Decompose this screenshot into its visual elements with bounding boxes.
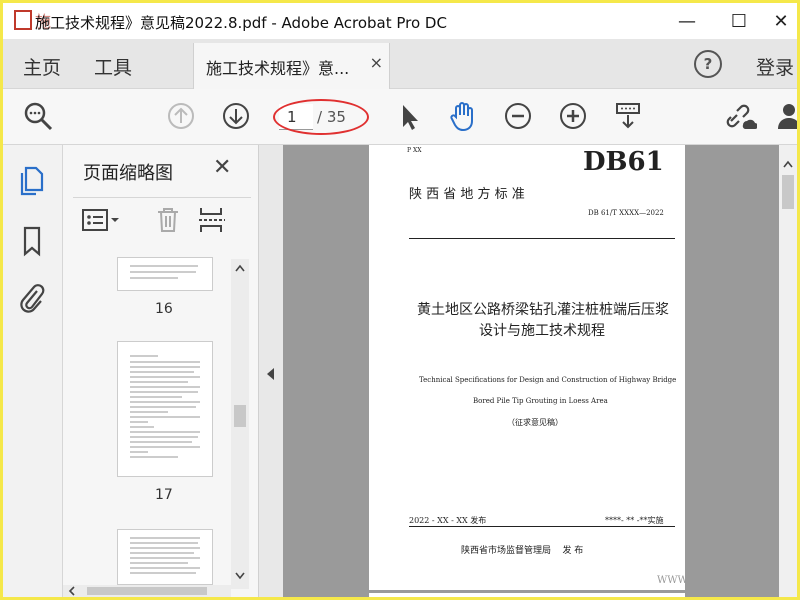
next-page-edge (369, 593, 685, 597)
panel-close-button[interactable]: ✕ (213, 155, 231, 180)
next-page-icon[interactable] (219, 99, 253, 133)
attachments-icon[interactable] (17, 281, 47, 313)
publish-date: 2022 - XX - XX 发布 (409, 516, 487, 525)
extract-pages-icon[interactable] (197, 206, 227, 234)
zoom-out-icon[interactable] (501, 99, 535, 133)
publisher: 陕西省市场监督管理局 发 布 (461, 546, 584, 556)
thumbnail-label-16: 16 (155, 301, 173, 317)
title-en-line-1: Technical Specifications for Design and … (419, 376, 677, 384)
hscroll-thumb[interactable] (87, 587, 207, 595)
page-thumbnails-icon[interactable] (17, 165, 47, 197)
panel-toolbar (73, 197, 251, 239)
page-display-icon[interactable] (611, 99, 645, 133)
left-rail (3, 145, 63, 597)
thumbnail-label-17: 17 (155, 487, 173, 503)
scroll-left-icon[interactable] (67, 586, 77, 596)
toolbar: 1 / 35 (3, 89, 797, 145)
minimize-button[interactable]: — (667, 7, 707, 35)
hand-tool-icon[interactable] (446, 99, 480, 133)
title-en-line-2: Bored Pile Tip Grouting in Loess Area (473, 397, 608, 405)
thumbnail-page-17[interactable] (117, 341, 213, 477)
window-title: 施工技术规程》意见稿2022.8.pdf - Adobe Acrobat Pro… (35, 14, 447, 32)
header-rule (409, 238, 675, 239)
bookmarks-icon[interactable] (17, 225, 47, 257)
tab-bar: 主页 工具 施工技术规程》意... × ? 登录 (3, 39, 797, 89)
tab-close-button[interactable]: × (370, 53, 383, 72)
thumbnail-options-icon[interactable] (81, 208, 121, 232)
help-icon[interactable]: ? (694, 50, 722, 78)
tab-document-label: 施工技术规程》意... (206, 59, 350, 78)
tab-document[interactable]: 施工技术规程》意... × (193, 43, 390, 89)
panel-title: 页面缩略图 (83, 163, 173, 184)
collapse-panel-icon[interactable] (265, 367, 277, 381)
thumbnail-hscrollbar[interactable] (63, 585, 231, 597)
close-window-button[interactable]: ✕ (761, 7, 797, 35)
previous-page-icon[interactable] (164, 99, 198, 133)
thumbnail-page-16[interactable] (117, 257, 213, 291)
effective-date: ****- ** -**实施 (605, 516, 664, 525)
standard-number: DB 61/T XXXX—2022 (588, 209, 664, 217)
scroll-up-icon[interactable] (234, 263, 246, 273)
select-cursor-icon[interactable] (393, 99, 427, 133)
document-viewport: P XX DB61 陕 西 省 地 方 标 准 DB 61/T XXXX—202… (259, 145, 797, 597)
panel-collapse-strip[interactable] (259, 145, 283, 597)
thumbnail-page-18[interactable] (117, 529, 213, 585)
delete-icon[interactable] (155, 206, 181, 234)
scroll-down-icon[interactable] (234, 571, 246, 581)
share-link-icon[interactable] (723, 99, 757, 133)
tab-tools[interactable]: 工具 (94, 53, 132, 80)
tab-home[interactable]: 主页 (23, 53, 61, 80)
annotation-oval (273, 99, 369, 135)
standard-code: DB61 (583, 147, 664, 177)
standard-issuer: 陕 西 省 地 方 标 准 (409, 187, 525, 202)
maximize-button[interactable]: ☐ (719, 7, 759, 35)
pdf-page: P XX DB61 陕 西 省 地 方 标 准 DB 61/T XXXX—202… (369, 145, 688, 590)
scroll-thumb[interactable] (234, 405, 246, 427)
thumbnail-content-17 (130, 355, 200, 458)
thumbnail-scrollbar[interactable] (231, 259, 249, 589)
page-header-small: P XX (407, 147, 422, 154)
zoom-in-icon[interactable] (556, 99, 590, 133)
thumbnail-content-16 (130, 265, 198, 279)
doc-scroll-up-icon[interactable] (782, 159, 794, 169)
draft-note: （征求意见稿） (507, 418, 563, 427)
title-cn-line-1: 黄土地区公路桥梁钻孔灌注桩桩端后压浆 (417, 302, 669, 318)
acrobat-window: 施 施工技术规程》意见稿2022.8.pdf - Adobe Acrobat P… (3, 3, 797, 597)
doc-scroll-thumb[interactable] (782, 175, 794, 209)
login-link[interactable]: 登录 (756, 53, 794, 80)
thumbnail-content-18 (130, 537, 200, 574)
footer-rule (409, 526, 675, 527)
user-add-icon[interactable] (775, 99, 797, 133)
title-bar: 施 施工技术规程》意见稿2022.8.pdf - Adobe Acrobat P… (3, 3, 797, 39)
thumbnail-panel: 页面缩略图 ✕ 16 17 (63, 145, 259, 597)
title-cn-line-2: 设计与施工技术规程 (479, 323, 605, 339)
search-icon[interactable] (21, 99, 55, 133)
watermark: WWW (657, 575, 688, 586)
document-scrollbar[interactable] (779, 145, 797, 597)
